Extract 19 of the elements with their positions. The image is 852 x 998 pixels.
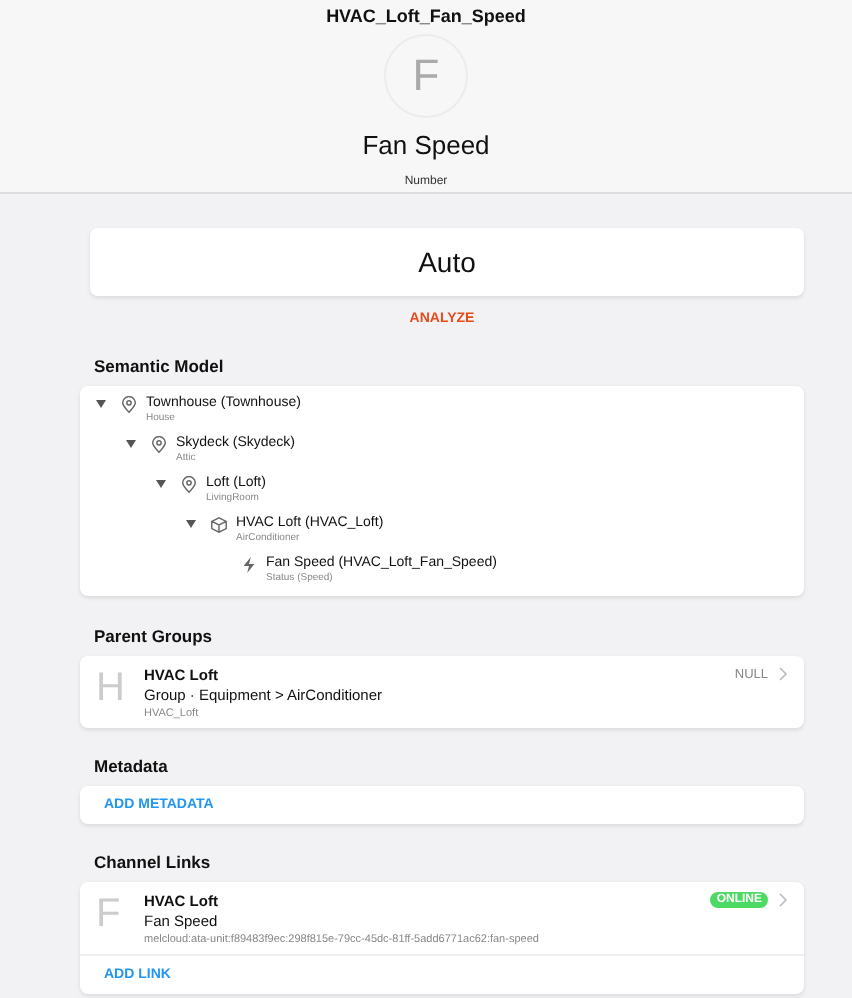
- state-card[interactable]: Auto: [90, 228, 804, 296]
- cube-icon: [210, 516, 228, 534]
- caret-icon[interactable]: [126, 440, 136, 448]
- item-avatar: F: [384, 34, 468, 118]
- item-label: Fan Speed: [362, 130, 490, 160]
- location-pin-icon: [150, 436, 168, 454]
- section-title: Metadata: [94, 756, 170, 776]
- section-title: Parent Groups: [94, 626, 215, 646]
- chevron-right-icon: [778, 666, 788, 682]
- location-pin-icon: [180, 476, 198, 494]
- caret-icon[interactable]: [186, 520, 196, 528]
- chevron-right-icon: [778, 892, 788, 908]
- item-name: HVAC_Loft_Fan_Speed: [326, 6, 526, 26]
- section-title: Semantic Model: [94, 356, 226, 376]
- lightning-icon: [240, 556, 258, 574]
- caret-icon[interactable]: [96, 400, 106, 408]
- caret-icon[interactable]: [156, 480, 166, 488]
- location-pin-icon: [120, 396, 138, 414]
- section-title: Channel Links: [94, 852, 213, 872]
